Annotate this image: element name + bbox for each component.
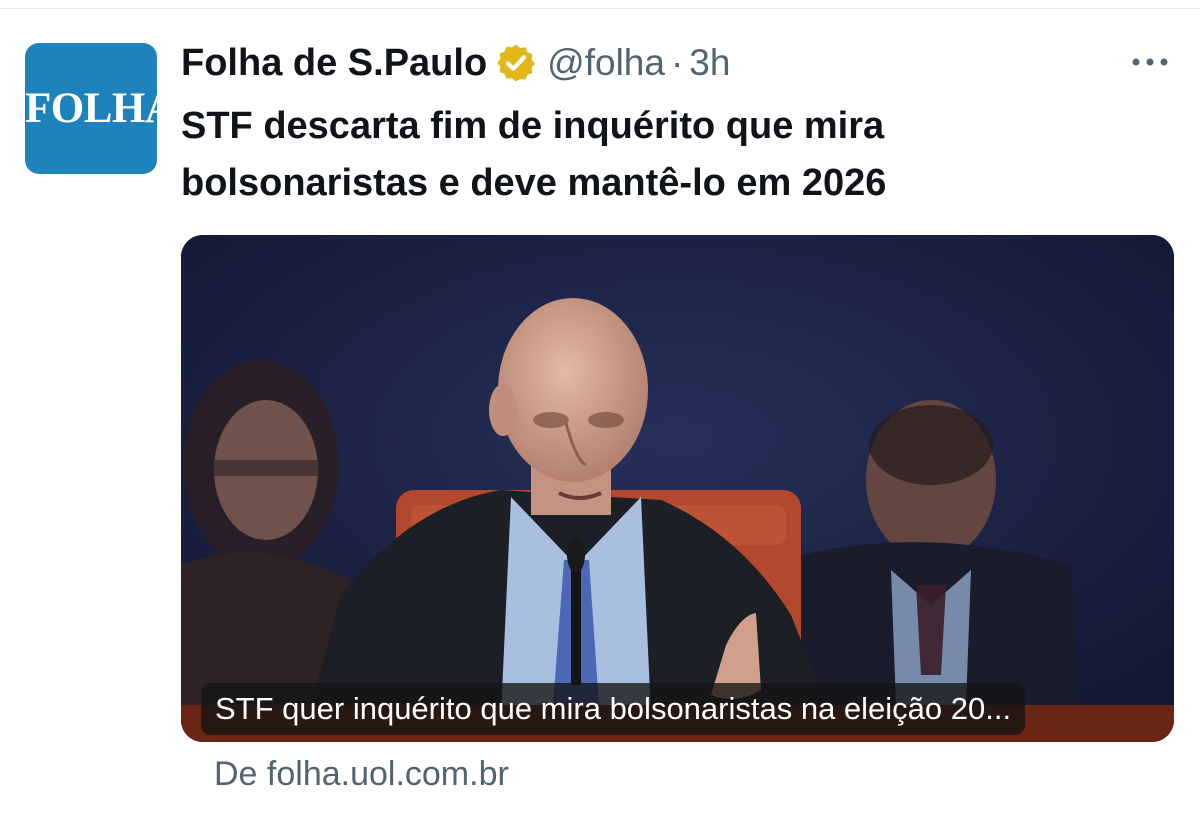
more-options-icon[interactable]	[1128, 52, 1172, 72]
timestamp[interactable]: 3h	[689, 42, 730, 84]
photo-illustration	[181, 235, 1174, 742]
separator-dot: ·	[670, 42, 684, 83]
link-card-caption: STF quer inquérito que mira bolsonarista…	[201, 683, 1026, 735]
verified-badge-icon[interactable]	[495, 42, 537, 84]
link-source[interactable]: De folha.uol.com.br	[214, 755, 509, 794]
display-name[interactable]: Folha de S.Paulo	[181, 42, 487, 85]
tweet-text: STF descarta fim de inquérito que mira b…	[181, 105, 887, 204]
avatar-logo-text: FOLHA	[25, 85, 157, 132]
avatar[interactable]: FOLHA	[25, 43, 157, 174]
tweet-header: Folha de S.Paulo @folha · 3h	[181, 38, 730, 88]
user-handle[interactable]: @folha	[547, 42, 665, 84]
link-card-image[interactable]: STF quer inquérito que mira bolsonarista…	[181, 235, 1174, 742]
top-divider	[0, 8, 1200, 9]
